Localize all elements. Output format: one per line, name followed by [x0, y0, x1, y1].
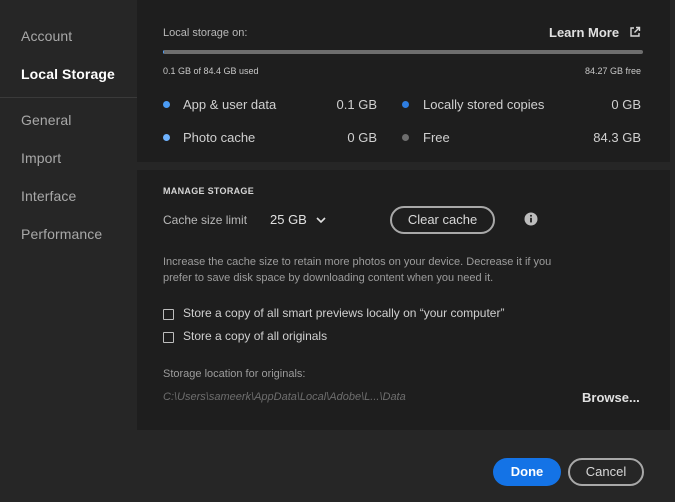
learn-more-label: Learn More [549, 25, 620, 40]
sidebar-item-account[interactable]: Account [21, 28, 72, 44]
sidebar-item-performance[interactable]: Performance [21, 226, 102, 242]
originals-checkbox[interactable] [163, 332, 174, 343]
done-button[interactable]: Done [493, 458, 561, 486]
clear-cache-button[interactable]: Clear cache [390, 206, 495, 234]
browse-button[interactable]: Browse... [582, 390, 640, 405]
cache-size-dropdown[interactable]: 25 GB [270, 212, 327, 227]
legend-app-user-data: App & user data [183, 97, 277, 112]
manage-storage-heading: MANAGE STORAGE [163, 186, 255, 196]
storage-usage-fill [163, 50, 164, 54]
info-icon[interactable] [524, 212, 538, 226]
locally-stored-copies-dot [402, 101, 409, 108]
sidebar-item-general[interactable]: General [21, 112, 72, 128]
storage-usage-bar [163, 50, 643, 54]
external-link-icon [630, 26, 640, 37]
smart-previews-checkbox[interactable] [163, 309, 174, 320]
legend-photo-cache-value: 0 GB [347, 130, 377, 145]
legend-app-user-data-value: 0.1 GB [336, 97, 377, 112]
sidebar-item-local-storage[interactable]: Local Storage [21, 66, 115, 82]
cache-size-value: 25 GB [270, 212, 307, 227]
legend-locally-stored-copies: Locally stored copies [423, 97, 545, 112]
learn-more-link[interactable]: Learn More [549, 25, 641, 40]
legend-locally-stored-copies-value: 0 GB [611, 97, 641, 112]
smart-previews-label: Store a copy of all smart previews local… [183, 306, 505, 320]
photo-cache-dot [163, 134, 170, 141]
legend-free-value: 84.3 GB [593, 130, 641, 145]
cache-description: Increase the cache size to retain more p… [163, 256, 552, 284]
sidebar-item-interface[interactable]: Interface [21, 188, 76, 204]
legend-free: Free [423, 130, 450, 145]
sidebar-divider [0, 97, 137, 98]
cancel-button[interactable]: Cancel [568, 458, 644, 486]
storage-location-label: Storage location for originals: [163, 368, 306, 380]
preferences-sidebar: Account Local Storage General Import Int… [0, 0, 137, 502]
legend-photo-cache: Photo cache [183, 130, 256, 145]
free-dot [402, 134, 409, 141]
chevron-down-icon [316, 217, 327, 224]
storage-location-path: C:\Users\sameerk\AppData\Local\Adobe\L..… [163, 391, 406, 403]
storage-title: Local storage on: [163, 27, 248, 39]
app-user-data-dot [163, 101, 170, 108]
sidebar-item-import[interactable]: Import [21, 150, 61, 166]
cache-size-label: Cache size limit [163, 213, 248, 227]
originals-label: Store a copy of all originals [183, 329, 328, 343]
storage-free-text: 84.27 GB free [584, 66, 641, 76]
storage-used-text: 0.1 GB of 84.4 GB used [163, 66, 259, 76]
